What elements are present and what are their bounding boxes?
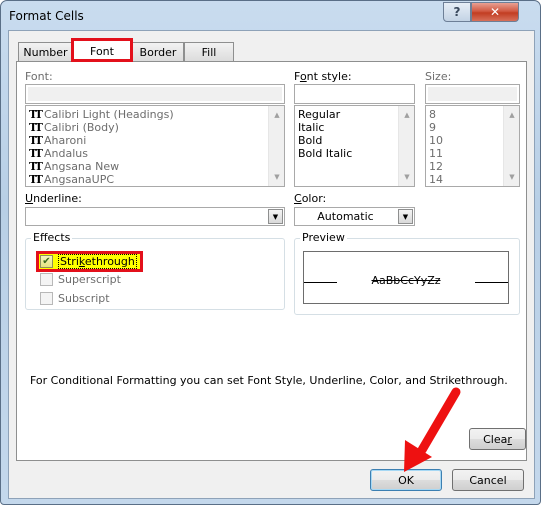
clear-button[interactable]: Clea r [469, 428, 526, 450]
effects-group: Effects ✔ Strikethrough Superscript Subs… [25, 231, 285, 310]
truetype-font-icon: TT [29, 134, 43, 147]
chevron-down-icon[interactable]: ▼ [268, 209, 283, 224]
list-item-label: Calibri Light (Headings) [43, 108, 174, 121]
dialog-title: Format Cells [9, 9, 84, 23]
close-icon: ✕ [489, 5, 501, 19]
preview-sample-text: AaBbCcYyZz [371, 274, 441, 287]
font-list-scrollbar[interactable]: ▲ ▼ [268, 106, 284, 186]
superscript-checkbox[interactable]: Superscript [40, 273, 121, 286]
scroll-up-icon[interactable]: ▲ [399, 108, 414, 122]
list-item-label: AngsanaUPC [43, 173, 115, 186]
list-item-label: Aharoni [43, 134, 87, 147]
truetype-font-icon: TT [29, 173, 43, 186]
list-item[interactable]: TT Aharoni [26, 134, 284, 147]
truetype-font-icon: TT [29, 160, 43, 173]
title-bar[interactable]: Format Cells ? ✕ [1, 1, 540, 31]
list-item[interactable]: TT AngsanaUPC [26, 173, 284, 186]
scroll-down-icon[interactable]: ▼ [504, 170, 519, 184]
underline-select[interactable]: ▼ [25, 207, 285, 226]
tab-number[interactable]: Number [18, 42, 73, 61]
font-style-input[interactable] [294, 84, 415, 104]
list-item[interactable]: Italic [295, 121, 414, 134]
truetype-font-icon: TT [29, 108, 43, 121]
color-value: Automatic [317, 210, 374, 223]
help-button[interactable]: ? [443, 2, 471, 22]
strikethrough-label: Strikethrough [58, 254, 137, 269]
list-item-label: 11 [429, 147, 443, 160]
scroll-down-icon[interactable]: ▼ [399, 170, 414, 184]
subscript-label: Subscript [58, 292, 110, 305]
list-item[interactable]: Bold [295, 134, 414, 147]
preview-title: Preview [300, 231, 347, 244]
scroll-down-icon[interactable]: ▼ [269, 170, 284, 184]
font-list[interactable]: TT Calibri Light (Headings) TT Calibri (Bod… [25, 105, 285, 187]
checkmark-icon[interactable]: ✔ [40, 255, 53, 268]
font-style-list[interactable]: Regular Italic Bold Bold Italic ▲ ▼ [294, 105, 415, 187]
color-label: Color: [294, 192, 327, 205]
list-item[interactable]: Bold Italic [295, 147, 414, 160]
list-item-label: Bold Italic [298, 147, 353, 160]
list-item[interactable]: TT Andalus [26, 147, 284, 160]
font-style-label: Font style: [294, 70, 352, 83]
scroll-up-icon[interactable]: ▲ [504, 108, 519, 122]
font-tab-panel: Font: TT Calibri Light (Headings) TT Calibr… [16, 61, 527, 461]
preview-box: AaBbCcYyZz [303, 251, 509, 304]
cancel-button[interactable]: Cancel [452, 469, 524, 491]
font-input[interactable] [25, 84, 285, 104]
help-icon: ? [453, 5, 461, 19]
color-select[interactable]: Automatic ▼ [294, 207, 415, 226]
list-item[interactable]: TT Calibri Light (Headings) [26, 108, 284, 121]
preview-group: Preview AaBbCcYyZz [294, 231, 520, 315]
checkbox-box[interactable] [40, 292, 53, 305]
list-item-label: Bold [298, 134, 323, 147]
tab-fill[interactable]: Fill [184, 42, 234, 61]
list-item-label: Andalus [43, 147, 88, 160]
list-item-label: 10 [429, 134, 443, 147]
dialog-client-area: Number Font Border Fill Font: TT Calibri … [8, 30, 535, 499]
chevron-down-icon[interactable]: ▼ [398, 209, 413, 224]
tab-border[interactable]: Border [132, 42, 184, 61]
list-item[interactable]: TT Calibri (Body) [26, 121, 284, 134]
list-item-label: Italic [298, 121, 325, 134]
size-input[interactable] [425, 84, 520, 104]
size-label: Size: [425, 70, 452, 83]
format-cells-dialog: Format Cells ? ✕ Number Font Border Fill… [0, 0, 541, 505]
tab-font[interactable]: Font [71, 39, 133, 62]
conditional-formatting-note: For Conditional Formatting you can set F… [30, 374, 508, 387]
scroll-up-icon[interactable]: ▲ [269, 108, 284, 122]
list-item-label: Regular [298, 108, 341, 121]
list-item-label: Calibri (Body) [43, 121, 119, 134]
list-item[interactable]: TT Angsana New [26, 160, 284, 173]
checkbox-box[interactable] [40, 273, 53, 286]
list-item[interactable]: Regular [295, 108, 414, 121]
truetype-font-icon: TT [29, 147, 43, 160]
size-list-scrollbar[interactable]: ▲ ▼ [503, 106, 519, 186]
list-item-label: Angsana New [43, 160, 120, 173]
close-button[interactable]: ✕ [471, 2, 519, 22]
preview-baseline-right [475, 282, 508, 283]
effects-title: Effects [31, 231, 73, 244]
subscript-checkbox[interactable]: Subscript [40, 292, 110, 305]
ok-button[interactable]: OK [370, 469, 442, 491]
truetype-font-icon: TT [29, 121, 43, 134]
size-list[interactable]: 8 9 10 11 12 14 ▲ ▼ [425, 105, 520, 187]
list-item-label: 14 [429, 173, 443, 186]
list-item-label: 12 [429, 160, 443, 173]
underline-label: Underline: [25, 192, 82, 205]
font-label: Font: [25, 70, 53, 83]
list-item-label: 9 [429, 121, 436, 134]
superscript-label: Superscript [58, 273, 121, 286]
list-item-label: 8 [429, 108, 436, 121]
strikethrough-checkbox[interactable]: ✔ Strikethrough [40, 254, 137, 269]
font-style-list-scrollbar[interactable]: ▲ ▼ [398, 106, 414, 186]
